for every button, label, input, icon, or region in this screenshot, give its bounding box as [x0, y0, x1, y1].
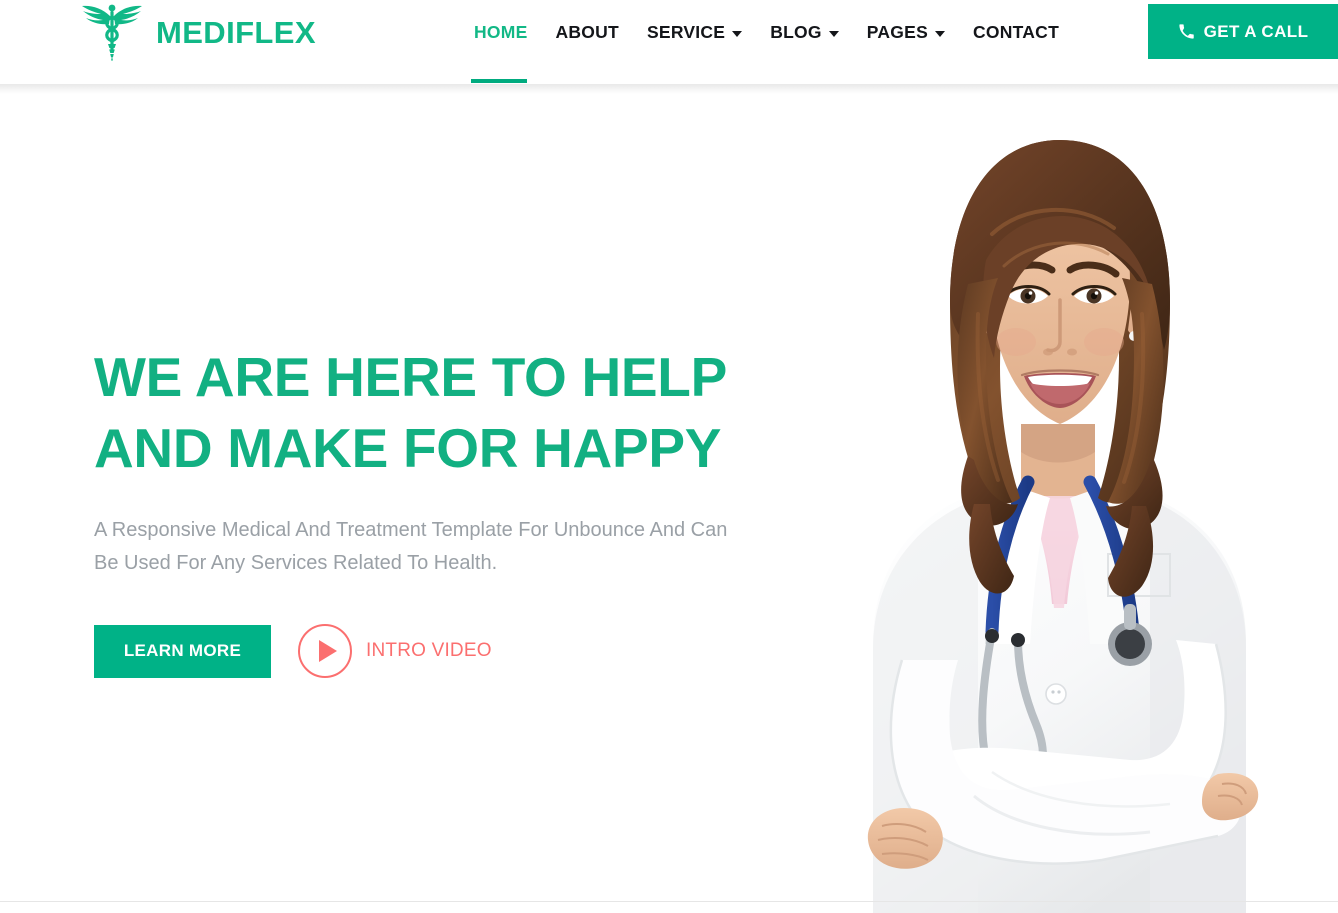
hero-title-line-2: AND MAKE FOR HAPPY	[94, 417, 722, 479]
get-a-call-button[interactable]: GET A CALL	[1148, 4, 1338, 59]
hero-copy: WE ARE HERE TO HELP AND MAKE FOR HAPPY A…	[94, 342, 794, 678]
site-header: MEDIFLEX HOME ABOUT SERVICE BLOG PAGES C…	[0, 0, 1338, 84]
chevron-down-icon	[828, 30, 839, 37]
nav-item-service[interactable]: SERVICE	[633, 0, 756, 64]
hero-subtitle: A Responsive Medical And Treatment Templ…	[94, 519, 728, 574]
nav-item-pages[interactable]: PAGES	[853, 0, 959, 64]
hero-actions: LEARN MORE INTRO VIDEO	[94, 624, 794, 678]
get-a-call-label: GET A CALL	[1203, 22, 1309, 41]
play-triangle-icon	[318, 640, 337, 662]
site-logo-text: MEDIFLEX	[156, 14, 316, 50]
hero-title: WE ARE HERE TO HELP AND MAKE FOR HAPPY	[94, 342, 794, 484]
bottom-divider	[0, 901, 1338, 902]
nav-item-contact[interactable]: CONTACT	[959, 0, 1073, 64]
chevron-down-icon	[732, 30, 743, 37]
nav-item-home[interactable]: HOME	[460, 0, 542, 83]
intro-video-label: INTRO VIDEO	[366, 640, 492, 661]
intro-video-button[interactable]: INTRO VIDEO	[298, 624, 492, 678]
site-logo[interactable]: MEDIFLEX	[78, 0, 316, 64]
doctor-image	[778, 84, 1338, 913]
play-icon	[298, 624, 352, 678]
nav-item-label: CONTACT	[973, 22, 1060, 42]
hero-title-line-1: WE ARE HERE TO HELP	[94, 346, 727, 408]
nav-item-about[interactable]: ABOUT	[542, 0, 633, 64]
header-shadow	[0, 84, 1338, 94]
caduceus-icon	[82, 4, 142, 61]
nav-item-label: PAGES	[866, 22, 929, 42]
nav-item-label: SERVICE	[646, 22, 726, 42]
nav-item-label: BLOG	[770, 22, 822, 42]
learn-more-button[interactable]: LEARN MORE	[94, 624, 271, 678]
nav-item-blog[interactable]: BLOG	[756, 0, 853, 64]
hero-section: WE ARE HERE TO HELP AND MAKE FOR HAPPY A…	[0, 84, 1338, 913]
nav-item-label: HOME	[474, 22, 528, 42]
page-root: MEDIFLEX HOME ABOUT SERVICE BLOG PAGES C…	[0, 0, 1338, 913]
nav-item-label: ABOUT	[555, 22, 619, 42]
doctor-illustration	[778, 84, 1338, 913]
primary-navigation: HOME ABOUT SERVICE BLOG PAGES CONTACT	[460, 0, 1073, 84]
chevron-down-icon	[935, 30, 946, 37]
phone-icon	[1179, 24, 1194, 39]
active-nav-underline	[471, 79, 527, 83]
